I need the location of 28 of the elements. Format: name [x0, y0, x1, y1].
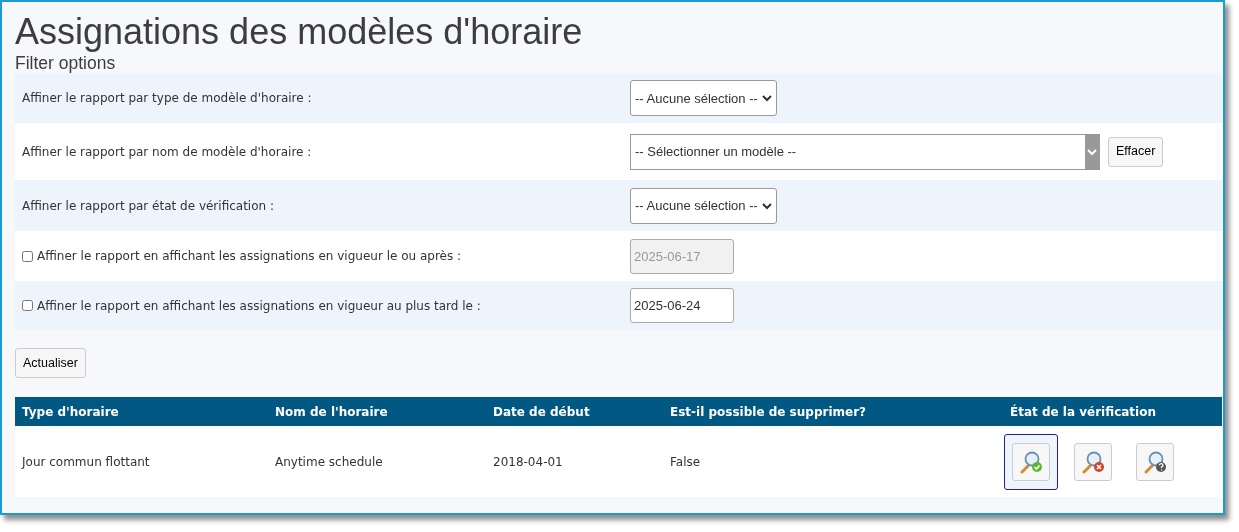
caret-icon — [761, 94, 772, 103]
column-header: État de la vérification — [1010, 403, 1157, 421]
filter-label: Affiner le rapport en affichant les assignations en vigueur le ou après : — [37, 248, 462, 266]
page-title: Assignations des modèles d'horaire — [15, 14, 584, 50]
refresh-button[interactable]: Actualiser — [15, 348, 86, 379]
table-cell-text: Anytime schedule — [275, 453, 384, 471]
table-cell-text: 2018-04-01 — [493, 453, 564, 471]
filter-label: Affiner le rapport par état de vérification : — [22, 197, 274, 215]
column-header: Type d'horaire — [21, 403, 120, 421]
filter-label: Affiner le rapport par nom de modèle d'horaire : — [22, 143, 312, 161]
column-header: Est-il possible de supprimer? — [670, 403, 868, 421]
clear-button[interactable]: Effacer — [1108, 136, 1164, 167]
table-cell-text: Jour commun flottant — [20, 453, 151, 471]
caret-icon — [761, 201, 772, 210]
column-header: Date de début — [493, 403, 591, 421]
column-header: Nom de l'horaire — [275, 403, 389, 421]
dropdown-field[interactable]: -- Sélectionner un modèle -- — [630, 133, 1100, 170]
caret-icon — [1085, 134, 1099, 169]
table-cell-text: False — [670, 453, 702, 471]
verification-button[interactable] — [1136, 442, 1174, 481]
filter-label: Affiner le rapport en affichant les assignations en vigueur au plus tard le : — [37, 297, 481, 315]
verification-button[interactable] — [1074, 442, 1112, 481]
dropdown-field[interactable]: -- Aucune sélection -- — [630, 187, 777, 224]
checkbox[interactable] — [22, 300, 33, 312]
section-title: Filter options — [15, 54, 117, 74]
dropdown-field[interactable]: -- Aucune sélection -- — [630, 80, 777, 117]
filter-label: Affiner le rapport par type de modèle d'horaire : — [22, 90, 312, 108]
date-field[interactable]: 2025-06-24 — [630, 288, 734, 324]
